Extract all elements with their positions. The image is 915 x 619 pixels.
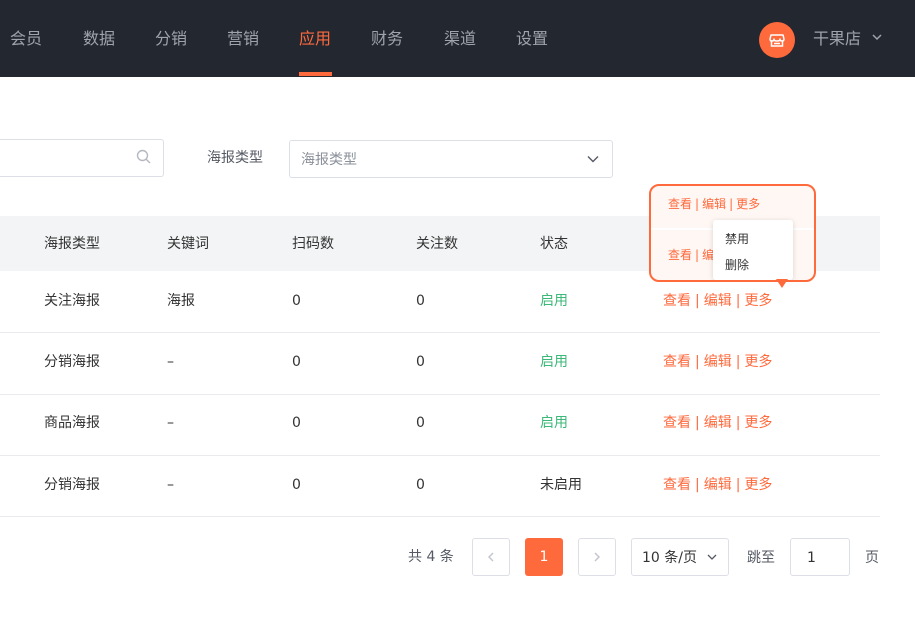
cell-status: 启用 bbox=[540, 354, 568, 370]
cell-status: 启用 bbox=[540, 293, 568, 309]
callout-row-actions: 查看 | 编辑 | 更多 bbox=[668, 196, 760, 212]
more-menu-callout: 查看 | 编辑 | 更多 查看 | 编 禁用 删除 bbox=[649, 184, 816, 282]
row-actions: 查看 | 编辑 | 更多 bbox=[663, 352, 772, 372]
cell-keyword: – bbox=[167, 354, 174, 370]
row-actions: 查看 | 编辑 | 更多 bbox=[663, 475, 772, 495]
chevron-down-icon bbox=[707, 554, 717, 560]
cell-follows: 0 bbox=[416, 293, 425, 309]
cell-poster-type: 关注海报 bbox=[44, 293, 100, 309]
action-separator: | bbox=[695, 293, 700, 309]
nav-item-members[interactable]: 会员 bbox=[10, 28, 42, 50]
chevron-down-icon bbox=[587, 156, 599, 163]
view-link[interactable]: 查看 bbox=[668, 197, 692, 211]
cell-poster-type: 分销海报 bbox=[44, 477, 100, 493]
store-name[interactable]: 干果店 bbox=[813, 28, 861, 50]
callout-pointer bbox=[776, 279, 788, 288]
cell-keyword: – bbox=[167, 477, 174, 493]
menu-item-disable[interactable]: 禁用 bbox=[725, 231, 749, 247]
cell-status: 未启用 bbox=[540, 477, 582, 493]
more-dropdown-menu: 禁用 删除 bbox=[713, 220, 793, 280]
column-header-keyword: 关键词 bbox=[167, 236, 209, 252]
view-link[interactable]: 查看 bbox=[663, 415, 691, 431]
nav-item-apps[interactable]: 应用 bbox=[299, 28, 331, 50]
page-size-value: 10 条/页 bbox=[642, 550, 697, 566]
search-icon[interactable] bbox=[135, 148, 153, 166]
cell-scans: 0 bbox=[292, 293, 301, 309]
view-link[interactable]: 查看 bbox=[663, 293, 691, 309]
nav-item-finance[interactable]: 财务 bbox=[371, 28, 403, 50]
edit-link[interactable]: 编辑 bbox=[704, 415, 732, 431]
cell-status: 启用 bbox=[540, 415, 568, 431]
nav-item-data[interactable]: 数据 bbox=[83, 28, 115, 50]
action-separator: | bbox=[729, 197, 734, 211]
column-header-follows: 关注数 bbox=[416, 236, 458, 252]
top-navigation-bar: 会员 数据 分销 营销 应用 财务 渠道 设置 干果店 bbox=[0, 0, 915, 77]
cell-keyword: – bbox=[167, 415, 174, 431]
poster-type-placeholder: 海报类型 bbox=[301, 152, 357, 168]
nav-item-marketing[interactable]: 营销 bbox=[227, 28, 259, 50]
row-actions: 查看 | 编辑 | 更多 bbox=[663, 291, 772, 311]
column-header-poster-type: 海报类型 bbox=[44, 236, 100, 252]
current-page-button[interactable]: 1 bbox=[525, 538, 563, 576]
page-suffix: 页 bbox=[865, 550, 879, 566]
total-count: 共 4 条 bbox=[408, 549, 454, 565]
callout-row-actions-peek: 查看 | 编 bbox=[668, 247, 714, 263]
store-avatar[interactable] bbox=[759, 22, 795, 58]
chevron-left-icon bbox=[488, 552, 494, 562]
jump-label: 跳至 bbox=[747, 550, 775, 566]
action-separator: | bbox=[695, 354, 700, 370]
action-separator: | bbox=[735, 293, 741, 309]
view-link[interactable]: 查看 bbox=[663, 354, 691, 370]
edit-link[interactable]: 编辑 bbox=[702, 197, 726, 211]
row-actions: 查看 | 编辑 | 更多 bbox=[663, 413, 772, 433]
action-separator: | bbox=[695, 415, 700, 431]
more-link[interactable]: 更多 bbox=[744, 293, 772, 309]
chevron-down-icon[interactable] bbox=[870, 30, 884, 44]
prev-page-button[interactable] bbox=[472, 538, 510, 576]
action-separator: | bbox=[695, 477, 700, 493]
cell-keyword: 海报 bbox=[167, 293, 195, 309]
menu-item-delete[interactable]: 删除 bbox=[725, 257, 749, 273]
action-separator: | bbox=[695, 248, 700, 262]
cell-scans: 0 bbox=[292, 477, 301, 493]
more-link[interactable]: 更多 bbox=[736, 197, 760, 211]
poster-type-select[interactable]: 海报类型 bbox=[289, 140, 613, 178]
cell-follows: 0 bbox=[416, 354, 425, 370]
nav-item-settings[interactable]: 设置 bbox=[516, 28, 548, 50]
view-link[interactable]: 查看 bbox=[663, 477, 691, 493]
cell-scans: 0 bbox=[292, 415, 301, 431]
store-icon bbox=[769, 34, 785, 47]
cell-follows: 0 bbox=[416, 477, 425, 493]
action-separator: | bbox=[735, 477, 741, 493]
active-tab-indicator bbox=[299, 72, 332, 76]
action-separator: | bbox=[735, 354, 741, 370]
view-link[interactable]: 查看 bbox=[668, 248, 692, 262]
column-header-status: 状态 bbox=[540, 236, 568, 252]
cell-poster-type: 分销海报 bbox=[44, 354, 100, 370]
chevron-right-icon bbox=[594, 552, 600, 562]
edit-link[interactable]: 编辑 bbox=[704, 354, 732, 370]
more-link[interactable]: 更多 bbox=[744, 477, 772, 493]
column-header-scans: 扫码数 bbox=[292, 236, 334, 252]
jump-page-input[interactable]: 1 bbox=[790, 538, 850, 576]
next-page-button[interactable] bbox=[578, 538, 616, 576]
jump-page-value: 1 bbox=[807, 550, 816, 566]
page-size-select[interactable]: 10 条/页 bbox=[631, 538, 729, 576]
nav-item-channels[interactable]: 渠道 bbox=[444, 28, 476, 50]
edit-link[interactable]: 编辑 bbox=[704, 293, 732, 309]
nav-item-distribution[interactable]: 分销 bbox=[155, 28, 187, 50]
edit-link[interactable]: 编辑 bbox=[704, 477, 732, 493]
more-link[interactable]: 更多 bbox=[744, 415, 772, 431]
cell-poster-type: 商品海报 bbox=[44, 415, 100, 431]
cell-follows: 0 bbox=[416, 415, 425, 431]
cell-scans: 0 bbox=[292, 354, 301, 370]
more-link[interactable]: 更多 bbox=[744, 354, 772, 370]
action-separator: | bbox=[695, 197, 700, 211]
poster-type-label: 海报类型 bbox=[207, 150, 263, 166]
action-separator: | bbox=[735, 415, 741, 431]
